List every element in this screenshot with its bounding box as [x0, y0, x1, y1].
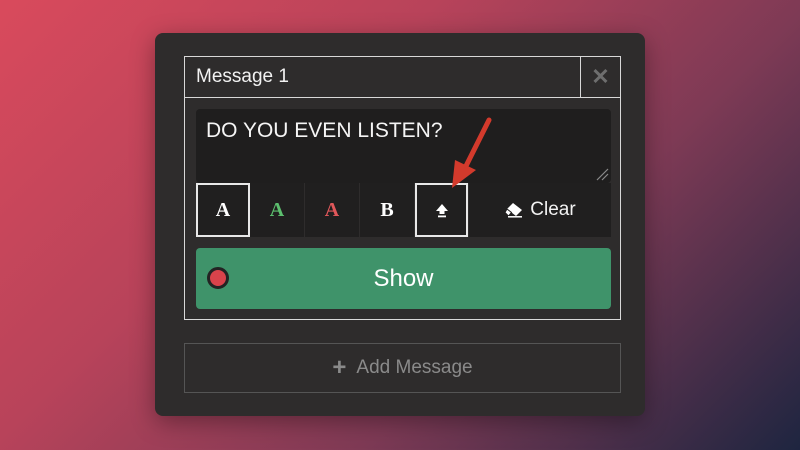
bold-button[interactable]: B	[360, 183, 414, 237]
clear-button[interactable]: Clear	[469, 183, 611, 237]
eraser-icon	[504, 203, 523, 218]
message-title-input[interactable]	[185, 57, 580, 97]
show-button[interactable]: Show	[196, 248, 611, 309]
message-text-wrapper: DO YOU EVEN LISTEN?	[196, 109, 611, 183]
formatting-toolbar: A A A B Clear	[196, 183, 611, 237]
text-color-green-label: A	[269, 198, 285, 221]
text-color-green-button[interactable]: A	[250, 183, 304, 237]
message-panel: ✕ DO YOU EVEN LISTEN? A A A B	[155, 33, 645, 416]
message-card: ✕ DO YOU EVEN LISTEN? A A A B	[184, 56, 621, 320]
text-color-red-button[interactable]: A	[305, 183, 359, 237]
message-card-header: ✕	[185, 57, 620, 98]
add-message-button[interactable]: + Add Message	[184, 343, 621, 393]
text-color-white-label: A	[215, 198, 231, 221]
close-icon: ✕	[591, 64, 610, 89]
text-color-white-button[interactable]: A	[196, 183, 250, 237]
plus-icon: +	[332, 354, 347, 381]
bold-label: B	[380, 198, 394, 221]
annotation-arrow-icon	[452, 117, 492, 188]
clear-label: Clear	[530, 199, 576, 220]
message-text-input[interactable]: DO YOU EVEN LISTEN?	[196, 109, 611, 183]
resize-handle-icon[interactable]	[595, 167, 609, 181]
upload-icon	[435, 204, 448, 218]
upload-button[interactable]	[415, 183, 468, 237]
close-message-button[interactable]: ✕	[580, 57, 620, 97]
record-status-dot	[207, 267, 229, 289]
add-message-label: Add Message	[356, 357, 473, 378]
text-color-red-label: A	[324, 198, 340, 221]
show-label: Show	[373, 264, 434, 292]
